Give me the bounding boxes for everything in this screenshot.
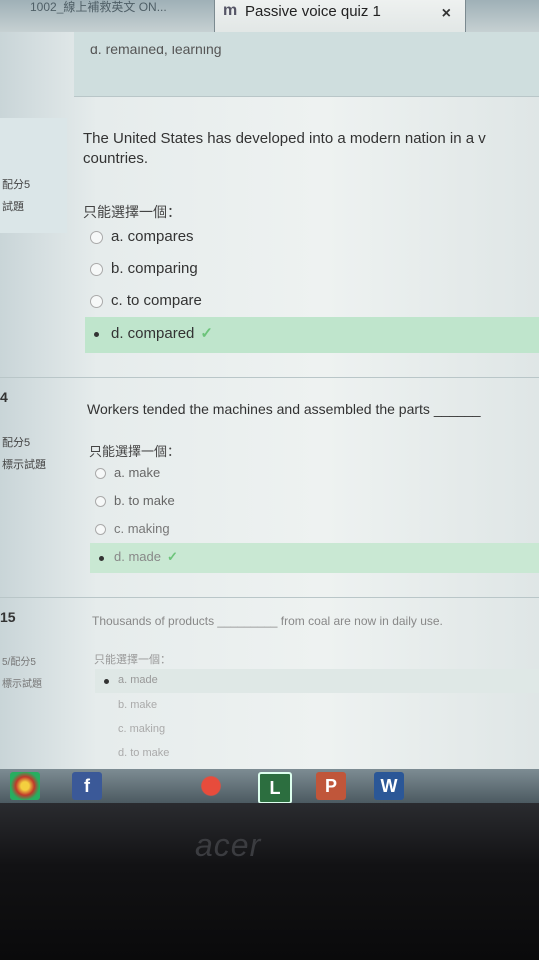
answer-option[interactable]: c. making <box>100 723 165 735</box>
moodle-icon: m <box>223 2 238 19</box>
radio-button[interactable] <box>95 496 106 508</box>
partial-option: d. remained, learning <box>90 46 222 57</box>
answer-prompt: 只能選擇一個： <box>94 654 171 666</box>
option-label: a. compares <box>111 228 194 245</box>
powerpoint-icon[interactable]: P <box>316 772 346 800</box>
previous-question-tail <box>74 32 539 96</box>
chrome-icon[interactable] <box>10 772 40 800</box>
option-label: d. made <box>114 549 161 564</box>
option-label: a. made <box>118 674 158 686</box>
question-number: 4 <box>0 389 8 405</box>
divider <box>0 377 539 378</box>
option-label: b. comparing <box>111 260 198 277</box>
answer-option-selected[interactable]: a. made <box>100 674 158 686</box>
question-number: 15 <box>0 609 16 625</box>
radio-button-selected[interactable] <box>95 552 106 563</box>
option-label: b. make <box>118 699 158 711</box>
answer-option[interactable]: c. to compare <box>90 292 202 309</box>
close-icon[interactable]: × <box>442 5 451 23</box>
score-label: 配分5 <box>2 179 31 191</box>
question-info-panel: 配分5 標示試題 <box>0 432 67 492</box>
radio-button-selected[interactable] <box>90 328 103 341</box>
answer-option-selected[interactable]: d. compared ✓ <box>90 324 213 342</box>
answer-option[interactable]: b. to make <box>95 493 175 508</box>
flag-question-link[interactable]: 試題 <box>0 196 67 218</box>
question-info-panel: 配分5 試題 <box>0 118 67 233</box>
question-text-line2: countries. <box>83 150 149 167</box>
radio-button[interactable] <box>100 724 110 734</box>
option-label: d. to make <box>118 747 170 759</box>
option-label: d. compared <box>111 325 195 342</box>
facebook-icon[interactable]: f <box>72 772 102 800</box>
question-text: Workers tended the machines and assemble… <box>87 401 481 417</box>
windows-taskbar: f L P W <box>0 769 539 804</box>
question-text: Thousands of products _________ from coa… <box>92 614 443 628</box>
checkmark-icon: ✓ <box>200 325 213 342</box>
radio-button[interactable] <box>100 700 110 710</box>
checkmark-icon: ✓ <box>166 549 178 564</box>
flag-question-link[interactable]: 標示試題 <box>0 674 67 696</box>
option-label: b. to make <box>114 493 175 508</box>
answer-prompt: 只能選擇一個： <box>83 204 181 220</box>
question-info-panel: 5/配分5 標示試題 <box>0 652 67 702</box>
answer-option-selected[interactable]: d. made ✓ <box>95 549 178 565</box>
radio-button[interactable] <box>90 262 103 276</box>
radio-button[interactable] <box>100 748 110 758</box>
score-label: 配分5 <box>2 437 31 449</box>
option-label: c. to compare <box>111 292 202 309</box>
tab-previous[interactable]: 1002_線上補救英文 ON... <box>0 0 240 20</box>
score-label: 5/配分5 <box>2 657 36 668</box>
radio-button[interactable] <box>90 294 103 308</box>
option-label: a. make <box>114 465 161 480</box>
answer-option[interactable]: d. to make <box>100 747 169 759</box>
answer-option[interactable]: a. make <box>95 465 160 480</box>
divider <box>74 96 539 97</box>
radio-button[interactable] <box>95 468 106 480</box>
radio-button-selected[interactable] <box>100 675 110 685</box>
flag-question-link[interactable]: 標示試題 <box>0 454 67 476</box>
radio-button[interactable] <box>90 230 103 244</box>
line-icon[interactable]: L <box>258 772 292 804</box>
answer-option[interactable]: c. making <box>95 521 170 536</box>
divider <box>0 597 539 598</box>
laptop-bezel: acer <box>0 803 539 960</box>
option-label: c. making <box>114 521 170 536</box>
bag-icon[interactable] <box>196 772 226 800</box>
question-text: The United States has developed into a m… <box>83 130 486 147</box>
answer-option[interactable]: b. make <box>100 699 157 711</box>
answer-option[interactable]: a. compares <box>90 228 194 245</box>
answer-prompt: 只能選擇一個： <box>89 444 181 459</box>
option-label: c. making <box>118 723 166 735</box>
quiz-page: d. remained, learning 配分5 試題 The United … <box>0 32 539 769</box>
tab-title: Passive voice quiz 1 <box>245 3 381 20</box>
selected-answer-highlight <box>95 669 539 693</box>
answer-option[interactable]: b. comparing <box>90 260 198 277</box>
tab-passive-voice-quiz[interactable]: m Passive voice quiz 1 × <box>214 0 466 32</box>
word-icon[interactable]: W <box>374 772 404 800</box>
tab-previous-label: 1002_線上補救英文 ON... <box>30 0 167 14</box>
browser-tab-strip: 1002_線上補救英文 ON... m Passive voice quiz 1… <box>0 0 539 32</box>
acer-logo: acer <box>195 827 262 863</box>
radio-button[interactable] <box>95 524 106 536</box>
